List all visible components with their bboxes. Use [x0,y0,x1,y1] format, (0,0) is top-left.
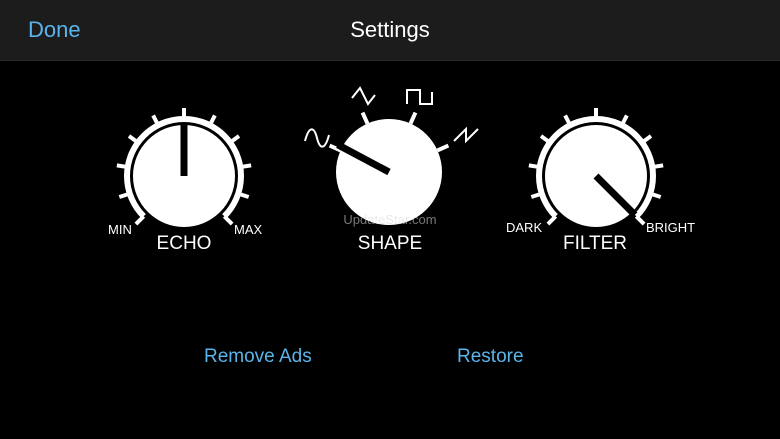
filter-bright-label: BRIGHT [646,220,696,235]
sawtooth-wave-icon [453,126,479,144]
echo-knob[interactable] [116,108,252,227]
echo-max-label: MAX [234,222,263,237]
shape-label: SHAPE [357,233,423,254]
knobs-svg [116,86,664,227]
shape-tick [408,111,418,125]
restore-button[interactable]: Restore [457,346,524,368]
shape-tick [436,143,450,153]
filter-knob[interactable] [528,108,664,227]
filter-label: FILTER [562,233,628,254]
knob-panel [0,61,780,301]
watermark: UpdateStar.com [343,212,437,227]
shape-knob[interactable] [304,86,479,225]
remove-ads-button[interactable]: Remove Ads [204,346,312,368]
page-title: Settings [350,17,430,42]
navigation-bar: Done Settings [0,0,780,61]
sine-wave-icon [304,128,330,148]
shape-tick [360,111,370,125]
echo-label: ECHO [156,233,212,254]
square-wave-icon [406,89,433,105]
triangle-wave-icon [351,86,376,106]
